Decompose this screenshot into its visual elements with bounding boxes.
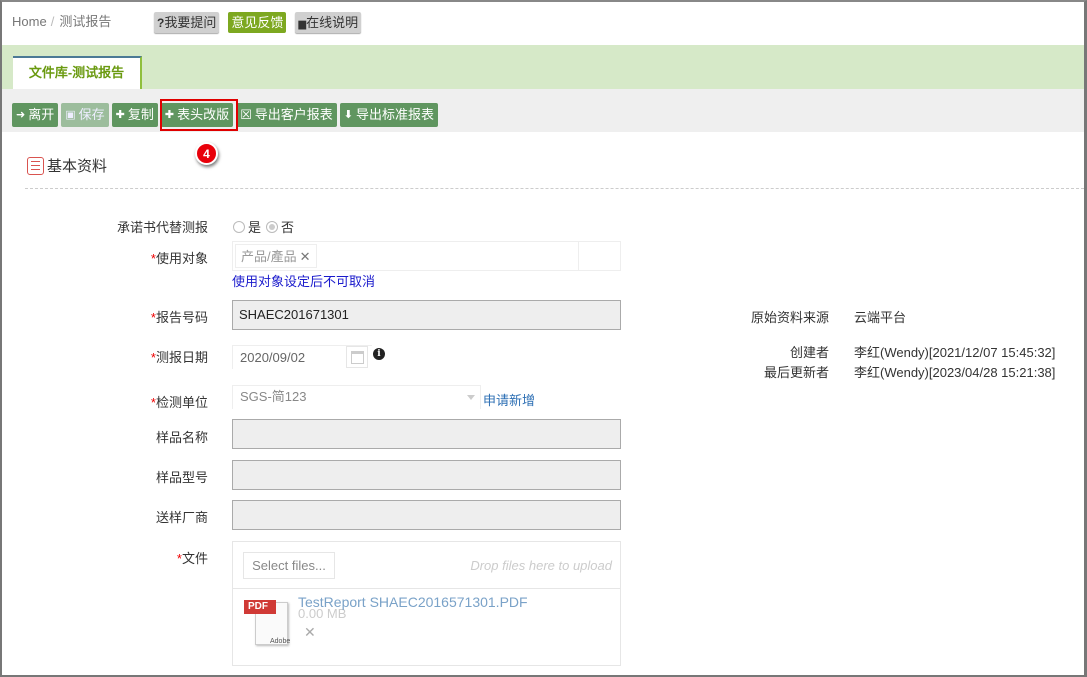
feedback-label: 意见反馈 bbox=[231, 15, 284, 30]
export-standard-report-label: 导出标准报表 bbox=[356, 107, 435, 122]
sample-name-field[interactable] bbox=[232, 419, 621, 449]
ask-question-link[interactable]: ?我要提问 bbox=[154, 12, 220, 33]
save-button[interactable]: ▣ 保存 bbox=[61, 103, 109, 127]
target-multiselect[interactable]: 产品/產品 ✕ bbox=[232, 241, 621, 271]
plus-icon: ✚ bbox=[115, 109, 125, 121]
top-links: ?我要提问 意见反馈 ▆在线说明 bbox=[154, 12, 362, 33]
calendar-icon[interactable] bbox=[346, 346, 368, 368]
report-no-label: *报告号码 bbox=[150, 310, 208, 325]
online-help-link[interactable]: ▆在线说明 bbox=[295, 12, 362, 33]
vendor-field[interactable] bbox=[232, 500, 621, 530]
sample-model-field[interactable] bbox=[232, 460, 621, 490]
upload-header: Select files... Drop files here to uploa… bbox=[233, 542, 620, 589]
radio-yes[interactable] bbox=[233, 220, 245, 233]
copy-label: 复制 bbox=[127, 107, 154, 122]
vendor-label: 送样厂商 bbox=[155, 510, 208, 525]
tab-file-library-test-report[interactable]: 文件库-测试报告 bbox=[13, 56, 142, 89]
file-label: *文件 bbox=[176, 551, 208, 566]
drop-zone-hint[interactable]: Drop files here to upload bbox=[470, 558, 612, 573]
chevron-down-icon bbox=[467, 395, 475, 400]
pdf-file-icon: Adobe PDF bbox=[244, 598, 290, 645]
commitment-radio-group: 是 否 bbox=[233, 217, 294, 236]
target-multiselect-inner: 产品/產品 ✕ bbox=[233, 242, 579, 270]
creator-value: 李红(Wendy)[2021/12/07 15:45:32] bbox=[854, 345, 1056, 360]
target-hint: 使用对象设定后不可取消 bbox=[232, 274, 376, 289]
info-icon[interactable]: i bbox=[373, 348, 385, 360]
breadcrumb: Home / 测试报告 bbox=[12, 11, 111, 30]
pdf-tag: PDF bbox=[244, 600, 276, 614]
copy-button[interactable]: ✚ 复制 bbox=[111, 103, 158, 127]
leave-button[interactable]: ➜ 离开 bbox=[12, 103, 59, 127]
radio-yes-label: 是 bbox=[248, 220, 262, 235]
book-icon: ▆ bbox=[298, 19, 307, 30]
sample-model-label: 样品型号 bbox=[155, 470, 208, 485]
tab-bar: 文件库-测试报告 bbox=[2, 45, 1084, 89]
creator-label: 创建者 bbox=[789, 345, 829, 360]
section-title-text: 基本资料 bbox=[47, 158, 108, 175]
ask-question-label: 我要提问 bbox=[164, 15, 217, 30]
test-unit-label: *检测单位 bbox=[150, 395, 208, 410]
sample-name-label: 样品名称 bbox=[155, 430, 208, 445]
commitment-label: 承诺书代替测报 bbox=[116, 220, 208, 235]
remove-file-icon[interactable]: ✕ bbox=[304, 624, 316, 641]
exit-icon: ➜ bbox=[16, 109, 26, 121]
step-badge: 4 bbox=[195, 142, 218, 165]
file-upload: Select files... Drop files here to uploa… bbox=[232, 541, 621, 666]
section-title: 基本资料 bbox=[27, 155, 107, 176]
breadcrumb-separator: / bbox=[50, 14, 55, 29]
breadcrumb-current: 测试报告 bbox=[59, 14, 112, 29]
report-no-field[interactable]: SHAEC201671301 bbox=[232, 300, 621, 330]
apply-new-link[interactable]: 申请新增 bbox=[483, 390, 535, 409]
test-unit-select[interactable]: SGS-简123 bbox=[232, 385, 481, 409]
chip-remove-icon[interactable]: ✕ bbox=[300, 249, 311, 264]
radio-no[interactable] bbox=[266, 220, 279, 233]
highlight-box bbox=[160, 99, 238, 131]
list-icon bbox=[27, 156, 44, 175]
target-chip: 产品/產品 ✕ bbox=[235, 244, 317, 268]
source-value: 云端平台 bbox=[854, 310, 907, 325]
feedback-link[interactable]: 意见反馈 bbox=[228, 12, 287, 33]
file-name-link[interactable]: TestReport SHAEC2016571301.PDF bbox=[298, 594, 528, 610]
leave-label: 离开 bbox=[28, 107, 55, 122]
select-files-button[interactable]: Select files... bbox=[243, 552, 335, 579]
export-standard-report-button[interactable]: ⬇ 导出标准报表 bbox=[339, 103, 439, 127]
source-label: 原始资料来源 bbox=[750, 310, 829, 325]
updater-label: 最后更新者 bbox=[763, 365, 829, 380]
breadcrumb-home[interactable]: Home bbox=[12, 14, 47, 29]
save-label: 保存 bbox=[78, 107, 105, 122]
export-customer-report-button[interactable]: ☒ 导出客户报表 bbox=[236, 103, 337, 127]
section-divider bbox=[25, 188, 1084, 189]
export-customer-report-label: 导出客户报表 bbox=[254, 107, 333, 122]
download-icon: ⬇ bbox=[343, 109, 354, 121]
test-date-label: *测报日期 bbox=[150, 350, 208, 365]
target-label: *使用对象 bbox=[150, 251, 208, 266]
save-icon: ▣ bbox=[65, 109, 76, 121]
top-bar: Home / 测试报告 ?我要提问 意见反馈 ▆在线说明 bbox=[2, 2, 1084, 44]
updater-value: 李红(Wendy)[2023/04/28 15:21:38] bbox=[854, 365, 1056, 380]
adobe-label: Adobe bbox=[270, 638, 291, 645]
radio-no-label: 否 bbox=[281, 220, 295, 235]
excel-icon: ☒ bbox=[240, 107, 252, 122]
online-help-label: 在线说明 bbox=[306, 15, 359, 30]
